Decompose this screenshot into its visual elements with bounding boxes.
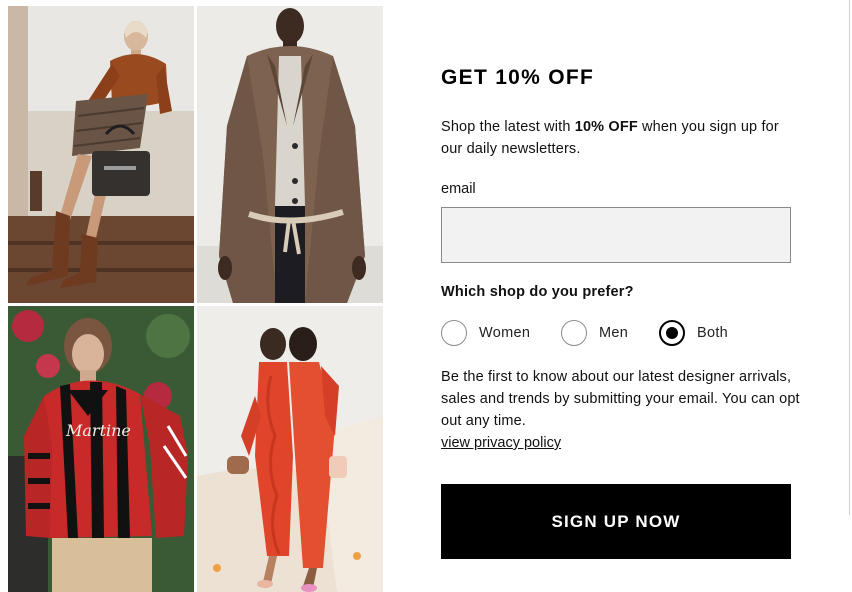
email-label: email — [441, 181, 476, 197]
radio-both-button[interactable] — [659, 320, 685, 346]
shirt-logo-text: Martine — [65, 421, 131, 440]
photo-model-brown-sweater — [8, 6, 194, 303]
radio-option-women[interactable]: Women — [441, 320, 530, 346]
radio-men-label: Men — [599, 325, 629, 341]
radio-both-label: Both — [697, 325, 729, 341]
sign-up-button[interactable]: SIGN UP NOW — [441, 484, 791, 559]
privacy-policy-link[interactable]: view privacy policy — [441, 432, 561, 454]
photo-models-red-dresses — [197, 306, 383, 592]
intro-text-prefix: Shop the latest with — [441, 119, 575, 135]
radio-women-label: Women — [479, 325, 531, 341]
newsletter-signup-panel: GET 10% OFF Shop the latest with 10% OFF… — [441, 0, 801, 592]
signup-intro: Shop the latest with 10% OFF when you si… — [441, 116, 801, 160]
photo-model-tweed-overcoat — [197, 6, 383, 303]
shop-preference-question: Which shop do you prefer? — [441, 284, 634, 300]
email-input[interactable] — [441, 207, 791, 263]
intro-discount-highlight: 10% OFF — [574, 119, 638, 135]
radio-option-both[interactable]: Both — [659, 320, 728, 346]
window-edge-divider — [849, 0, 850, 515]
photo-model-striped-shirt: Martine — [8, 306, 194, 592]
radio-women-button[interactable] — [441, 320, 467, 346]
signup-title: GET 10% OFF — [441, 66, 595, 89]
signup-disclaimer-text: Be the first to know about our latest de… — [441, 369, 800, 429]
radio-option-men[interactable]: Men — [561, 320, 628, 346]
radio-men-button[interactable] — [561, 320, 587, 346]
